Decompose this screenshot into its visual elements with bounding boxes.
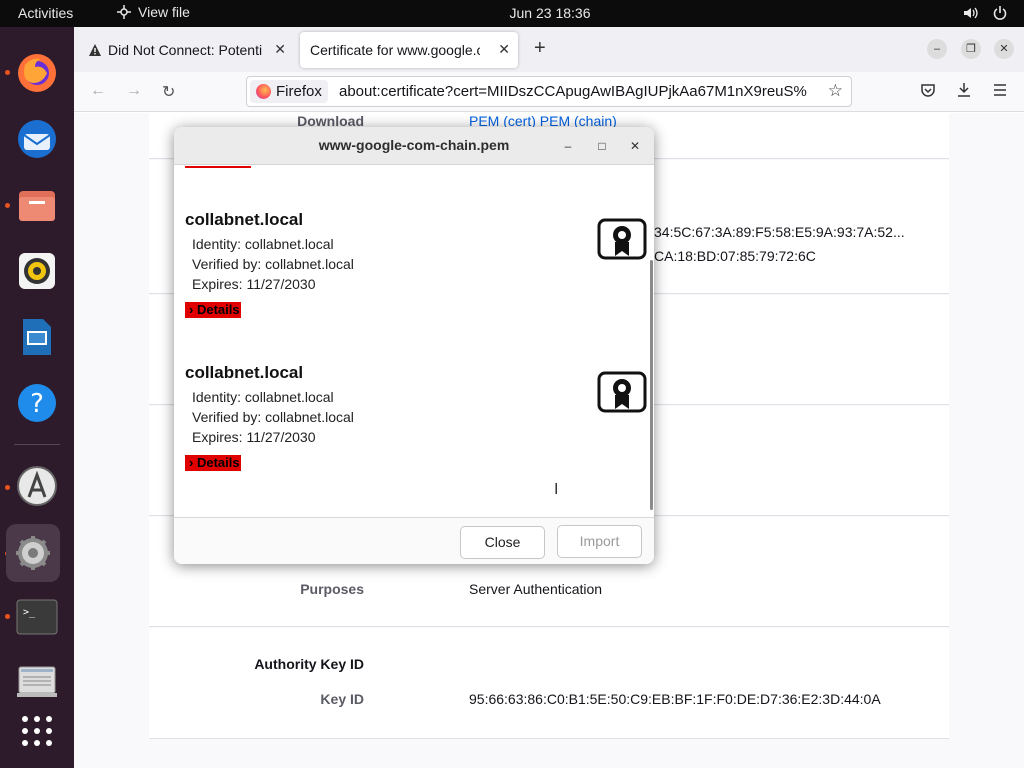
libreoffice-impress-icon[interactable] <box>13 313 61 361</box>
dialog-maximize-icon[interactable]: □ <box>591 135 613 157</box>
rhythmbox-icon[interactable] <box>13 247 61 295</box>
downloads-icon[interactable] <box>956 82 972 98</box>
back-icon[interactable]: ← <box>90 82 106 100</box>
clock[interactable]: Jun 23 18:36 <box>0 5 1024 21</box>
new-tab-icon[interactable]: + <box>534 37 546 60</box>
dialog-titlebar[interactable]: www-google-com-chain.pem – □ ✕ <box>174 127 654 165</box>
software-updater-icon[interactable] <box>13 462 61 510</box>
purposes-label: Purposes <box>300 581 364 597</box>
nav-toolbar: ← → ↻ Firefox about:certificate?cert=MII… <box>74 72 1024 112</box>
key-id-label: Key ID <box>320 691 364 707</box>
thunderbird-icon[interactable] <box>13 115 61 163</box>
certificate-verified-by: Verified by: collabnet.local <box>192 256 354 272</box>
svg-text:?: ? <box>30 389 44 419</box>
purposes-value: Server Authentication <box>469 581 603 597</box>
dock-separator <box>14 444 60 445</box>
close-tab-icon[interactable]: ✕ <box>274 41 286 58</box>
identity-box[interactable]: Firefox <box>250 80 328 103</box>
certificate-icon <box>597 371 647 413</box>
key-id-value: 95:66:63:86:C0:B1:5E:50:C9:EB:BF:1F:F0:D… <box>469 691 881 707</box>
tab-strip: Did Not Connect: Potenti ✕ Certificate f… <box>74 27 1024 72</box>
dialog-close-icon[interactable]: ✕ <box>624 135 646 157</box>
fingerprint-sha1: CA:18:BD:07:85:79:72:6C <box>654 248 816 264</box>
firefox-logo-icon <box>256 84 271 99</box>
files-icon[interactable] <box>13 181 61 229</box>
scrollbar[interactable] <box>650 260 653 510</box>
terminal-icon[interactable]: >_ <box>13 593 61 641</box>
warning-icon <box>89 44 101 56</box>
details-expander[interactable]: › Details <box>185 302 241 318</box>
details-label: Details <box>196 455 240 470</box>
certificate-name: collabnet.local <box>185 363 304 382</box>
close-button[interactable]: Close <box>460 526 545 559</box>
running-indicator <box>5 614 10 619</box>
certificate-icon <box>597 218 647 260</box>
close-tab-icon[interactable]: ✕ <box>498 41 510 58</box>
tab-certificate[interactable]: Certificate for www.google.c ✕ <box>300 32 518 68</box>
url-bar[interactable]: Firefox about:certificate?cert=MIIDszCCA… <box>246 76 852 107</box>
authority-key-id-section: Authority Key ID Key ID 95:66:63:86:C0:B… <box>149 628 949 739</box>
power-icon[interactable] <box>992 5 1008 21</box>
tab-label: Certificate for www.google.c <box>310 42 480 58</box>
dialog-minimize-icon[interactable]: – <box>557 135 579 157</box>
text-cursor-icon: I <box>554 481 559 498</box>
certificate-expires: Expires: 11/27/2030 <box>192 276 316 292</box>
running-indicator <box>5 70 10 75</box>
running-indicator <box>5 203 10 208</box>
volume-icon[interactable] <box>962 5 978 21</box>
details-expander[interactable]: › Details <box>185 455 241 471</box>
settings-icon[interactable] <box>6 524 60 582</box>
running-indicator <box>5 485 10 490</box>
pocket-icon[interactable] <box>920 82 936 98</box>
top-bar: Activities View file Jun 23 18:36 <box>0 0 1024 27</box>
certificate-verified-by: Verified by: collabnet.local <box>192 409 354 425</box>
authority-key-id-title: Authority Key ID <box>254 656 364 672</box>
dialog-footer: Close Import <box>174 517 654 564</box>
certificate-entry: collabnet.local Identity: collabnet.loca… <box>185 363 647 472</box>
import-button[interactable]: Import <box>557 525 642 558</box>
restore-icon[interactable]: ❐ <box>961 39 981 59</box>
minimize-icon[interactable]: – <box>927 39 947 59</box>
firefox-icon[interactable] <box>13 49 61 97</box>
tab-label: Did Not Connect: Potenti <box>108 42 263 58</box>
certificate-identity: Identity: collabnet.local <box>192 236 334 252</box>
certificate-name: collabnet.local <box>185 210 304 229</box>
show-apps-icon[interactable] <box>13 707 61 755</box>
certificate-expires: Expires: 11/27/2030 <box>192 429 316 445</box>
dialog-title: www-google-com-chain.pem <box>318 137 510 153</box>
menu-icon[interactable] <box>992 82 1008 98</box>
reload-icon[interactable]: ↻ <box>162 82 175 102</box>
import-certificate-dialog: www-google-com-chain.pem – □ ✕ collabnet… <box>174 127 654 564</box>
bookmark-star-icon[interactable]: ☆ <box>828 81 843 101</box>
dock: ? >_ <box>0 27 74 768</box>
svg-text:>_: >_ <box>23 607 36 618</box>
tab-did-not-connect[interactable]: Did Not Connect: Potenti ✕ <box>78 32 294 68</box>
identity-label: Firefox <box>276 83 322 100</box>
fingerprint-sha256: 34:5C:67:3A:89:F5:58:E5:9A:93:7A:52... <box>654 224 905 240</box>
certificate-list[interactable]: collabnet.local Identity: collabnet.loca… <box>174 166 654 516</box>
certificate-identity: Identity: collabnet.local <box>192 389 334 405</box>
help-icon[interactable]: ? <box>13 379 61 427</box>
forward-icon[interactable]: → <box>126 82 142 100</box>
close-window-icon[interactable]: ✕ <box>994 39 1014 59</box>
url-text[interactable]: about:certificate?cert=MIIDszCCApugAwIBA… <box>339 83 821 100</box>
certificate-entry: collabnet.local Identity: collabnet.loca… <box>185 210 647 319</box>
system-tray[interactable] <box>962 5 1008 21</box>
previous-details-fragment <box>185 166 251 168</box>
details-label: Details <box>196 302 240 317</box>
text-editor-icon[interactable] <box>13 657 61 705</box>
